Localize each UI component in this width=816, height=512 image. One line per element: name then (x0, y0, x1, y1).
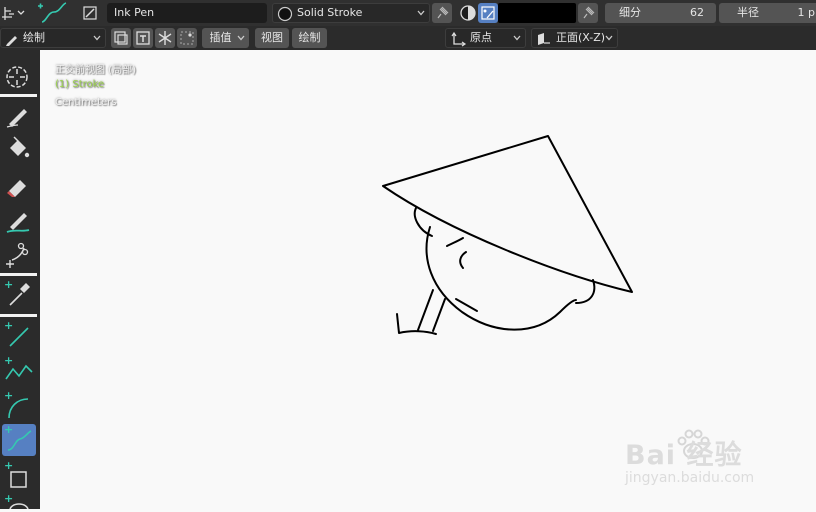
subdivisions-field[interactable]: 细分 62 (605, 3, 716, 23)
stroke-placement-icon (136, 31, 150, 45)
tool-shelf: + + + + + + + (0, 50, 40, 512)
plus-icon: + (4, 319, 14, 332)
pin-icon (437, 6, 449, 19)
tool-header: Ink Pen Solid Stroke 细分 62 半径 1 p (0, 0, 816, 26)
draw-pen-icon (6, 109, 27, 128)
front-plane-icon (538, 33, 550, 45)
fill-bucket-icon (10, 136, 30, 158)
ear-right-stroke (575, 279, 596, 304)
drawing-plane-dropdown[interactable]: 正面(X-Z) (531, 28, 618, 48)
axis-origin-icon (451, 31, 467, 47)
pencil-icon (6, 36, 17, 46)
transform-tool-dropdown[interactable] (0, 3, 26, 23)
dotted-grid-icon (180, 31, 194, 45)
neck-stroke (417, 289, 446, 332)
pin-color-button[interactable] (578, 3, 598, 23)
curve-tool[interactable]: + (2, 424, 36, 456)
interpolate-menu[interactable]: 插值 (202, 28, 249, 48)
chevron-down-icon (93, 35, 101, 41)
snap-button[interactable] (177, 28, 197, 48)
origin-dropdown[interactable]: 原点 (445, 28, 526, 48)
eraser-icon (7, 180, 26, 197)
pin-icon (583, 6, 595, 19)
material-dropdown[interactable]: Solid Stroke (272, 3, 430, 23)
radius-value: 1 p (797, 6, 815, 19)
watermark-brand: Bai 经验 (625, 440, 743, 471)
vertex-paint-icon (481, 6, 495, 20)
interpolate-label: 插值 (209, 31, 232, 44)
circle-tool[interactable]: + (2, 492, 36, 512)
material-sphere-icon (277, 6, 293, 22)
cutter-tool[interactable] (2, 240, 36, 272)
plane-label: 正面(X-Z) (556, 31, 606, 44)
curve-tool-icon[interactable] (36, 0, 70, 26)
watermark-url: jingyan.baidu.com (625, 470, 755, 486)
chevron-down-icon (237, 35, 245, 41)
polyline-tool[interactable]: + (2, 355, 36, 387)
vertex-color-toggle[interactable] (478, 3, 498, 23)
chevron-down-icon (417, 10, 425, 16)
cutter-icon (6, 242, 29, 268)
viewport-header: 绘制 插值 视图 绘制 原点 正面(X-Z) (0, 26, 816, 50)
chevron-down-icon (605, 35, 613, 41)
viewport-canvas[interactable]: 正交前视图 (局部) (1) Stroke Centimeters Bai 经验… (40, 50, 816, 509)
mode-label: 绘制 (23, 31, 45, 44)
subdivisions-label: 细分 (619, 6, 641, 19)
arc-tool[interactable]: + (2, 390, 36, 422)
brush-name-field[interactable]: Ink Pen (107, 3, 267, 23)
plus-icon: + (4, 459, 14, 472)
line-tool[interactable]: + (2, 320, 36, 352)
radius-field[interactable]: 半径 1 p (719, 3, 816, 23)
origin-label: 原点 (470, 31, 492, 44)
plus-icon: + (4, 354, 14, 367)
toolbar-separator (0, 94, 37, 97)
pin-material-button[interactable] (432, 3, 452, 23)
draw-menu[interactable]: 绘制 (292, 28, 327, 48)
cursor-tool[interactable] (2, 61, 36, 93)
plus-icon: + (4, 389, 14, 402)
view-menu[interactable]: 视图 (255, 28, 289, 48)
transform-icon (2, 7, 25, 20)
eye-stroke (459, 251, 467, 269)
mode-dropdown[interactable]: 绘制 (0, 28, 106, 48)
tint-tool[interactable] (2, 205, 36, 237)
fill-tool[interactable] (2, 134, 36, 166)
cursor-icon (6, 66, 28, 88)
toolbar-separator (0, 314, 37, 317)
radius-label: 半径 (737, 6, 759, 19)
erase-tool[interactable] (2, 170, 36, 202)
chevron-down-icon (513, 35, 521, 41)
snowflake-icon (158, 31, 172, 45)
subdivisions-value: 62 (690, 6, 704, 19)
layers-icon (114, 31, 128, 45)
brush-type-icon[interactable] (80, 4, 102, 22)
tint-brush-icon (6, 213, 30, 233)
color-swatch[interactable] (498, 3, 576, 23)
box-tool[interactable]: + (2, 460, 36, 492)
material-name: Solid Stroke (297, 6, 363, 19)
stroke-placement-button[interactable] (133, 28, 153, 48)
face-stroke (425, 226, 577, 331)
multiframe-button[interactable] (111, 28, 131, 48)
hat-stroke (382, 135, 633, 293)
shoulder-stroke (396, 313, 437, 335)
guides-button[interactable] (155, 28, 175, 48)
plus-icon: + (4, 278, 14, 291)
eyedropper-tool[interactable]: + (2, 279, 36, 311)
color-mode-icon[interactable] (458, 3, 478, 23)
eyebrow-stroke (446, 237, 464, 247)
toolbar-separator (0, 273, 37, 276)
plus-icon: + (4, 423, 14, 436)
plus-icon: + (4, 492, 14, 505)
draw-tool[interactable] (2, 100, 36, 132)
